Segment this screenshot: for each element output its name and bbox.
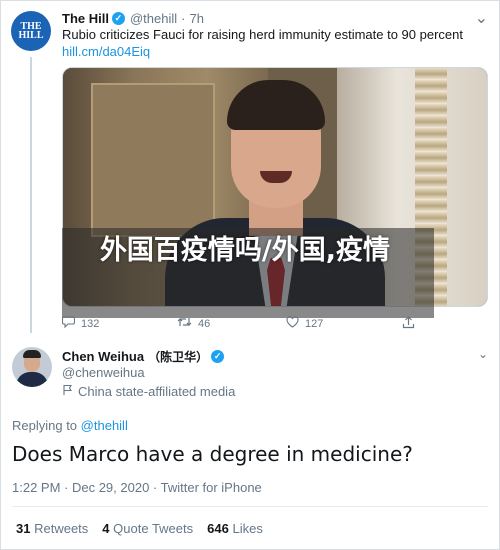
- main-author-name-chinese[interactable]: （陈卫华）: [148, 348, 208, 365]
- main-tweet-header: Chen Weihua （陈卫华） ✓: [62, 347, 225, 365]
- engagement-stats: 31 Retweets 4 Quote Tweets 646 Likes: [16, 521, 263, 536]
- likes-count: 646: [207, 521, 229, 536]
- state-affiliated-label[interactable]: China state-affiliated media: [62, 384, 235, 399]
- share-button[interactable]: [402, 316, 415, 332]
- tweet-timestamp-source[interactable]: 1:22 PM · Dec 29, 2020 · Twitter for iPh…: [12, 480, 262, 495]
- chevron-down-icon[interactable]: ⌄: [478, 347, 488, 361]
- parent-tweet-body: Rubio criticizes Fauci for raising herd …: [62, 27, 463, 42]
- retweet-button[interactable]: 46: [177, 316, 210, 331]
- parent-tweet-header: The Hill ✓ @thehill · 7h: [62, 9, 204, 27]
- retweets-stat[interactable]: 31 Retweets: [16, 521, 88, 536]
- heart-icon: [286, 316, 299, 331]
- parent-author-handle[interactable]: @thehill: [130, 11, 177, 26]
- parent-timestamp[interactable]: 7h: [189, 11, 203, 26]
- chen-weihua-avatar[interactable]: [12, 347, 52, 387]
- avatar-hair: [23, 350, 41, 358]
- quote-tweets-stat[interactable]: 4 Quote Tweets: [102, 521, 193, 536]
- avatar-logo-text: THE HILL: [18, 21, 44, 41]
- verified-badge-icon: ✓: [111, 11, 125, 25]
- parent-tweet-link[interactable]: hill.cm/da04Eiq: [62, 43, 482, 60]
- chevron-down-icon[interactable]: ⌄: [475, 8, 488, 28]
- like-count: 127: [305, 317, 324, 330]
- photo-door-panel: [91, 83, 215, 237]
- parent-action-bar: 132 46 127: [61, 316, 422, 332]
- parent-author-name[interactable]: The Hill: [62, 11, 109, 26]
- quote-tweets-label: Quote Tweets: [113, 521, 194, 536]
- share-icon: [402, 316, 415, 332]
- thread-connector-line: [30, 57, 32, 333]
- quote-tweets-count: 4: [102, 521, 110, 536]
- main-author-handle[interactable]: @chenweihua: [62, 365, 145, 380]
- replying-to-line: Replying to @thehill: [12, 418, 128, 433]
- retweets-label: Retweets: [34, 521, 89, 536]
- replying-to-handle[interactable]: @thehill: [81, 418, 128, 433]
- verified-badge-icon: ✓: [211, 349, 225, 363]
- retweet-icon: [177, 316, 192, 331]
- main-author-name[interactable]: Chen Weihua: [62, 349, 144, 364]
- like-button[interactable]: 127: [286, 316, 323, 331]
- speech-bubble-icon: [61, 316, 76, 331]
- the-hill-avatar[interactable]: THE HILL: [11, 11, 51, 51]
- parent-tweet-text: Rubio criticizes Fauci for raising herd …: [62, 26, 482, 60]
- flag-icon: [62, 384, 74, 399]
- likes-stat[interactable]: 646 Likes: [207, 521, 263, 536]
- caption-overlay-text: 外国百疫情吗/外国,疫情: [99, 235, 391, 266]
- retweets-count: 31: [16, 521, 31, 536]
- likes-label: Likes: [232, 521, 263, 536]
- reply-button[interactable]: 132: [61, 316, 100, 331]
- replying-to-prefix: Replying to: [12, 418, 78, 433]
- main-tweet-text: Does Marco have a degree in medicine?: [12, 442, 413, 466]
- avatar-suit: [16, 372, 48, 387]
- divider: [12, 506, 488, 507]
- affiliation-text: China state-affiliated media: [78, 384, 236, 399]
- separator-dot: ·: [181, 10, 186, 26]
- reply-count: 132: [81, 317, 100, 330]
- retweet-count: 46: [198, 317, 211, 330]
